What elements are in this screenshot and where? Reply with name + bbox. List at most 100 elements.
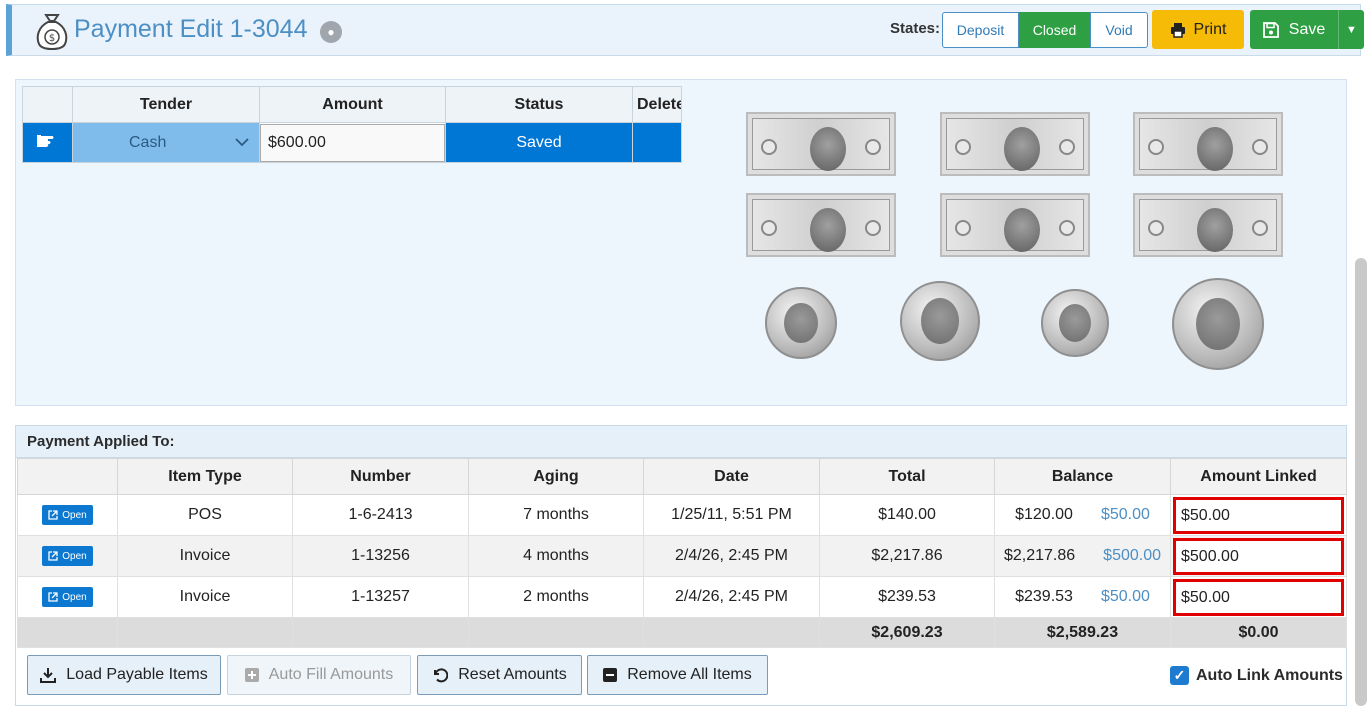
states-label: States: (890, 20, 941, 37)
item-type-cell: Invoice (117, 576, 293, 618)
quarter-coin-button[interactable] (1172, 278, 1264, 370)
balance-cell: $2,217.86 $500.00 (994, 535, 1171, 577)
auto-link-amounts-toggle[interactable]: ✓ Auto Link Amounts (1170, 666, 1343, 685)
twenty-dollar-bill-button[interactable] (746, 193, 896, 257)
reset-amounts-button[interactable]: Reset Amounts (417, 655, 582, 695)
open-button[interactable]: Open (42, 546, 93, 566)
delete-cell[interactable] (632, 122, 682, 163)
applied-header-total: Total (819, 458, 995, 495)
applied-table: Item Type Number Aging Date Total Balanc… (17, 458, 1347, 648)
fifty-dollar-bill-button[interactable] (940, 193, 1090, 257)
applied-header-aging: Aging (468, 458, 644, 495)
open-button[interactable]: Open (42, 587, 93, 607)
external-link-icon (48, 592, 58, 602)
amount-linked-cell: $50.00 (1170, 494, 1347, 536)
tender-panel: Tender Amount Status Delete Cash Saved (15, 79, 1347, 406)
floppy-disk-icon (1262, 21, 1279, 38)
page-header: $ Payment Edit 1-3044 ● States: Deposit … (6, 4, 1364, 56)
auto-fill-amounts-button[interactable]: Auto Fill Amounts (227, 655, 411, 695)
penny-coin-button[interactable] (765, 287, 837, 359)
balance-cell: $120.00 $50.00 (994, 494, 1171, 536)
tender-select-value: Cash (129, 133, 167, 151)
checkbox-checked-icon[interactable]: ✓ (1170, 666, 1189, 685)
applied-header-date: Date (643, 458, 820, 495)
five-dollar-bill-button[interactable] (940, 112, 1090, 176)
state-closed-button[interactable]: Closed (1019, 12, 1090, 48)
hundred-dollar-bill-button[interactable] (1133, 193, 1283, 257)
state-void-button[interactable]: Void (1090, 12, 1148, 48)
external-link-icon (48, 551, 58, 561)
applied-header-item-type: Item Type (117, 458, 293, 495)
tender-header-tender: Tender (72, 86, 260, 123)
number-cell: 1-6-2413 (292, 494, 469, 536)
state-toggle-group: Deposit Closed Void (942, 12, 1148, 48)
download-icon (40, 668, 57, 683)
row-pointer-icon (22, 122, 73, 163)
amount-input[interactable] (260, 123, 445, 162)
item-type-cell: Invoice (117, 535, 293, 577)
nickel-coin-button[interactable] (900, 281, 980, 361)
page-title: Payment Edit 1-3044 (74, 15, 308, 43)
total-cell: $140.00 (819, 494, 995, 536)
date-cell: 2/4/26, 2:45 PM (643, 576, 820, 618)
amount-linked-cell: $50.00 (1170, 576, 1347, 618)
print-button[interactable]: Print (1152, 10, 1244, 49)
dime-coin-button[interactable] (1041, 289, 1109, 357)
camera-icon[interactable]: ● (320, 21, 342, 43)
chevron-down-icon (235, 138, 249, 147)
total-cell: $239.53 (819, 576, 995, 618)
date-cell: 2/4/26, 2:45 PM (643, 535, 820, 577)
tender-header-status: Status (445, 86, 633, 123)
svg-text:$: $ (49, 33, 55, 44)
total-sum: $2,609.23 (819, 617, 995, 648)
money-bag-icon: $ (36, 14, 68, 51)
tender-select[interactable]: Cash (72, 122, 260, 163)
balance-fill-link[interactable]: $50.00 (1101, 588, 1150, 606)
linked-sum: $0.00 (1170, 617, 1347, 648)
total-cell: $2,217.86 (819, 535, 995, 577)
table-row: Open Invoice 1-13257 2 months 2/4/26, 2:… (17, 576, 1347, 618)
balance-fill-link[interactable]: $50.00 (1101, 506, 1150, 524)
one-dollar-bill-button[interactable] (746, 112, 896, 176)
applied-header-amount-linked: Amount Linked (1170, 458, 1347, 495)
aging-cell: 2 months (468, 576, 644, 618)
number-cell: 1-13256 (292, 535, 469, 577)
tender-header-blank (22, 86, 73, 123)
totals-row: $2,609.23 $2,589.23 $0.00 (17, 617, 1347, 648)
remove-all-items-button[interactable]: Remove All Items (587, 655, 768, 695)
print-button-label: Print (1193, 20, 1227, 38)
printer-icon (1170, 22, 1185, 38)
tender-row[interactable]: Cash Saved (22, 122, 682, 163)
balance-sum: $2,589.23 (994, 617, 1171, 648)
page-scrollbar[interactable] (1355, 258, 1367, 706)
plus-square-icon (244, 668, 259, 682)
save-button[interactable]: Save ▼ (1250, 10, 1364, 49)
amount-linked-input[interactable]: $50.00 (1173, 578, 1344, 616)
amount-linked-cell: $500.00 (1170, 535, 1347, 577)
amount-linked-input[interactable]: $50.00 (1173, 496, 1344, 534)
amount-linked-input[interactable]: $500.00 (1173, 537, 1344, 575)
state-deposit-button[interactable]: Deposit (942, 12, 1019, 48)
open-button[interactable]: Open (42, 505, 93, 525)
table-row: Open POS 1-6-2413 7 months 1/25/11, 5:51… (17, 494, 1347, 536)
status-cell: Saved (445, 122, 633, 163)
tender-header-delete: Delete (632, 86, 682, 123)
save-button-label: Save (1288, 20, 1326, 38)
ten-dollar-bill-button[interactable] (1133, 112, 1283, 176)
external-link-icon (48, 510, 58, 520)
amount-cell (259, 122, 446, 163)
balance-cell: $239.53 $50.00 (994, 576, 1171, 618)
save-dropdown-caret-icon[interactable]: ▼ (1338, 10, 1364, 49)
applied-header-blank (17, 458, 118, 495)
load-payable-items-button[interactable]: Load Payable Items (27, 655, 221, 695)
number-cell: 1-13257 (292, 576, 469, 618)
applied-header-balance: Balance (994, 458, 1171, 495)
date-cell: 1/25/11, 5:51 PM (643, 494, 820, 536)
tender-table: Tender Amount Status Delete Cash Saved (22, 86, 682, 163)
aging-cell: 4 months (468, 535, 644, 577)
balance-fill-link[interactable]: $500.00 (1103, 547, 1161, 565)
table-row: Open Invoice 1-13256 4 months 2/4/26, 2:… (17, 535, 1347, 577)
undo-icon (434, 668, 449, 683)
minus-square-icon (603, 668, 618, 682)
tender-header-amount: Amount (259, 86, 446, 123)
